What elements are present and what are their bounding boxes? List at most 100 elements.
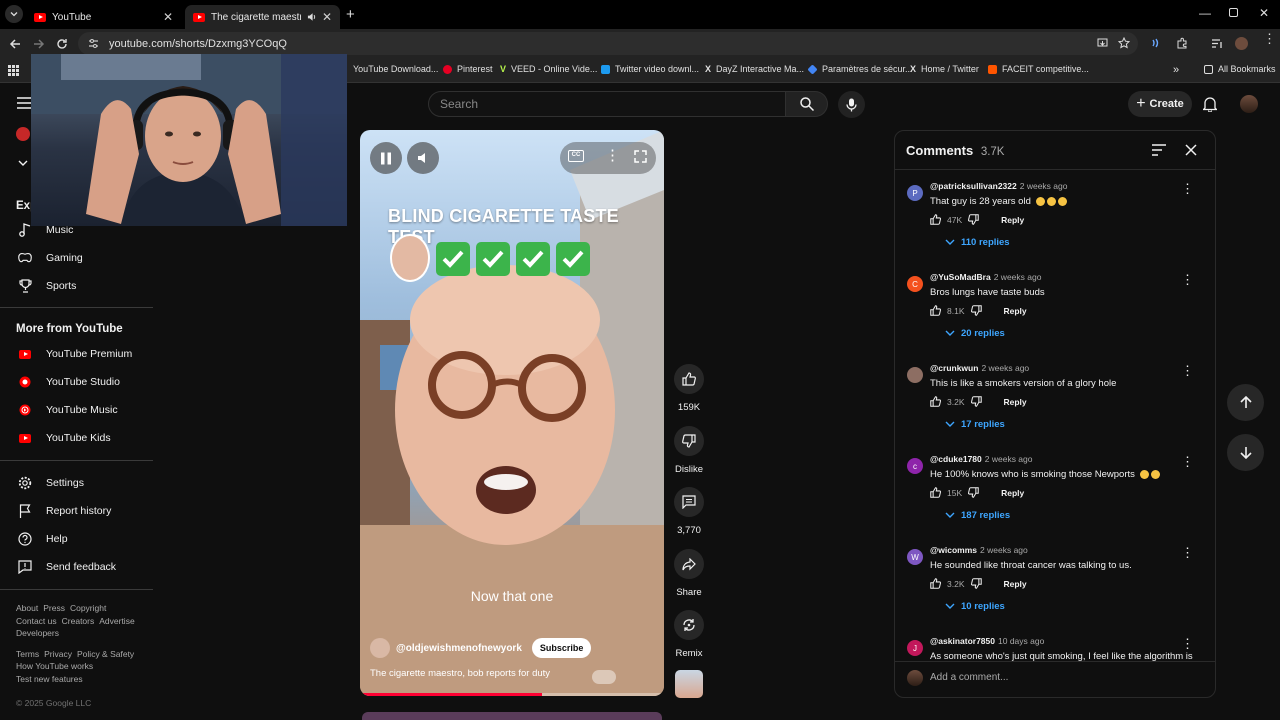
comment-timestamp[interactable]: 2 weeks ago [981, 363, 1029, 373]
sidebar-item-youtube-music[interactable]: YouTube Music [0, 397, 153, 423]
forward-arrow-icon[interactable] [33, 38, 45, 50]
comment-more-icon[interactable]: ⋮ [1181, 454, 1194, 470]
sidebar-item-youtube-premium[interactable]: YouTube Premium [0, 341, 153, 367]
footer-link-contact[interactable]: Contact us [16, 616, 57, 626]
back-arrow-icon[interactable] [9, 38, 21, 50]
video-progress-bar[interactable] [360, 693, 664, 696]
sidebar-item-sports[interactable]: Sports [0, 273, 153, 299]
view-replies-button[interactable]: 10 replies [945, 601, 1005, 612]
view-replies-button[interactable]: 20 replies [945, 328, 1005, 339]
tab-list-button[interactable] [5, 5, 23, 23]
thumbs-up-icon[interactable] [930, 214, 941, 225]
apps-grid-icon[interactable] [8, 65, 19, 76]
reply-button[interactable]: Reply [1001, 488, 1024, 498]
restore-button[interactable] [1229, 8, 1238, 17]
browser-menu-icon[interactable]: ⋮ [1263, 32, 1276, 45]
sidebar-item-settings[interactable]: Settings [0, 470, 153, 496]
share-button[interactable] [674, 549, 704, 579]
bookmarks-overflow-icon[interactable]: » [1173, 64, 1179, 76]
bookmark-home-twitter[interactable]: X Home / Twitter [910, 64, 979, 74]
thumbs-down-icon[interactable] [968, 214, 979, 225]
sidebar-item-report-history[interactable]: Report history [0, 498, 153, 524]
media-controls-icon[interactable] [1211, 38, 1223, 49]
footer-link-press[interactable]: Press [43, 603, 65, 613]
audio-source-thumbnail[interactable] [675, 670, 703, 698]
shorts-video-player[interactable]: CC ⋮ BLIND CIGARETTE TASTE TEST Now that… [360, 130, 664, 696]
subscribe-button[interactable]: Subscribe [531, 638, 592, 658]
comment-username[interactable]: @YuSoMadBra [930, 272, 991, 282]
like-action[interactable]: 159K [674, 364, 704, 413]
comment-username[interactable]: @crunkwun [930, 363, 978, 373]
sort-icon[interactable] [1152, 144, 1166, 156]
remix-button[interactable] [674, 610, 704, 640]
comment-more-icon[interactable]: ⋮ [1181, 272, 1194, 288]
footer-link-developers[interactable]: Developers [16, 628, 59, 638]
footer-link-test-features[interactable]: Test new features [16, 674, 83, 684]
footer-link-creators[interactable]: Creators [62, 616, 95, 626]
commenter-avatar[interactable] [907, 367, 923, 383]
minimize-button[interactable]: — [1199, 6, 1211, 20]
commenter-avatar[interactable]: J [907, 640, 923, 656]
reply-button[interactable]: Reply [1004, 306, 1027, 316]
extensions-puzzle-icon[interactable] [1176, 37, 1188, 49]
commenter-avatar[interactable]: P [907, 185, 923, 201]
comment-username[interactable]: @patricksullivan2322 [930, 181, 1017, 191]
thumbs-up-icon[interactable] [930, 487, 941, 498]
previous-short-button[interactable] [1227, 384, 1264, 421]
comment-timestamp[interactable]: 2 weeks ago [1020, 181, 1068, 191]
search-input[interactable]: Search [428, 91, 786, 117]
reload-icon[interactable] [56, 38, 68, 50]
bookmark-dayz[interactable]: X DayZ Interactive Ma... [705, 64, 804, 74]
bookmark-parametres[interactable]: Paramètres de sécur... [807, 63, 913, 75]
view-replies-button[interactable]: 187 replies [945, 510, 1010, 521]
like-button[interactable] [674, 364, 704, 394]
window-close-button[interactable]: ✕ [1259, 6, 1269, 20]
thumbs-down-icon[interactable] [970, 396, 982, 407]
view-replies-button[interactable]: 17 replies [945, 419, 1005, 430]
comment-more-icon[interactable]: ⋮ [1181, 636, 1194, 652]
remix-action[interactable]: Remix [674, 610, 704, 659]
tab-close-icon[interactable]: ✕ [322, 10, 332, 24]
all-bookmarks[interactable]: All Bookmarks [1204, 64, 1276, 74]
comments-action[interactable]: 3,770 [674, 487, 704, 536]
footer-link-how-youtube-works[interactable]: How YouTube works [16, 661, 93, 671]
bookmark-star-icon[interactable] [1118, 37, 1130, 49]
browser-tab-active[interactable]: The cigarette maestro, bob ✕ [185, 5, 340, 29]
thumbs-down-icon[interactable] [970, 305, 982, 316]
sidebar-item-help[interactable]: Help [0, 526, 153, 552]
bookmark-veed[interactable]: V VEED - Online Vide... [500, 64, 597, 74]
browser-tab-youtube[interactable]: YouTube ✕ [26, 5, 181, 29]
bookmark-pinterest[interactable]: Pinterest [443, 64, 493, 74]
comment-timestamp[interactable]: 2 weeks ago [980, 545, 1028, 555]
sidebar-item-gaming[interactable]: Gaming [0, 245, 153, 271]
close-icon[interactable] [1185, 144, 1197, 156]
comments-button[interactable] [674, 487, 704, 517]
share-action[interactable]: Share [674, 549, 704, 598]
comment-username[interactable]: @wicomms [930, 545, 977, 555]
account-avatar[interactable] [1240, 95, 1258, 113]
comment-more-icon[interactable]: ⋮ [1181, 181, 1194, 197]
search-button[interactable] [786, 91, 828, 117]
next-short-preview[interactable] [362, 712, 662, 720]
hamburger-menu-icon[interactable] [17, 97, 31, 109]
tab-close-icon[interactable]: ✕ [163, 10, 173, 24]
volume-button[interactable] [407, 142, 439, 174]
thumbs-down-icon[interactable] [968, 487, 979, 498]
sidebar-item-youtube-kids[interactable]: YouTube Kids [0, 425, 153, 451]
profile-avatar[interactable] [1235, 37, 1248, 50]
comment-timestamp[interactable]: 2 weeks ago [985, 454, 1033, 464]
youtube-channel-icon[interactable] [16, 127, 30, 141]
captions-icon[interactable]: CC [568, 150, 584, 162]
footer-link-policy[interactable]: Policy & Safety [77, 649, 134, 659]
bookmark-youtube-download[interactable]: YouTube Download... [353, 64, 438, 74]
thumbs-up-icon[interactable] [930, 396, 941, 407]
footer-link-copyright[interactable]: Copyright [70, 603, 106, 613]
view-replies-button[interactable]: 110 replies [945, 237, 1010, 248]
footer-link-privacy[interactable]: Privacy [44, 649, 72, 659]
thumbs-down-icon[interactable] [970, 578, 982, 589]
commenter-avatar[interactable]: W [907, 549, 923, 565]
comment-timestamp[interactable]: 10 days ago [998, 636, 1044, 646]
add-comment-input[interactable]: Add a comment... [930, 672, 1008, 683]
sound-toggle[interactable] [592, 670, 616, 684]
install-app-icon[interactable] [1097, 38, 1108, 49]
